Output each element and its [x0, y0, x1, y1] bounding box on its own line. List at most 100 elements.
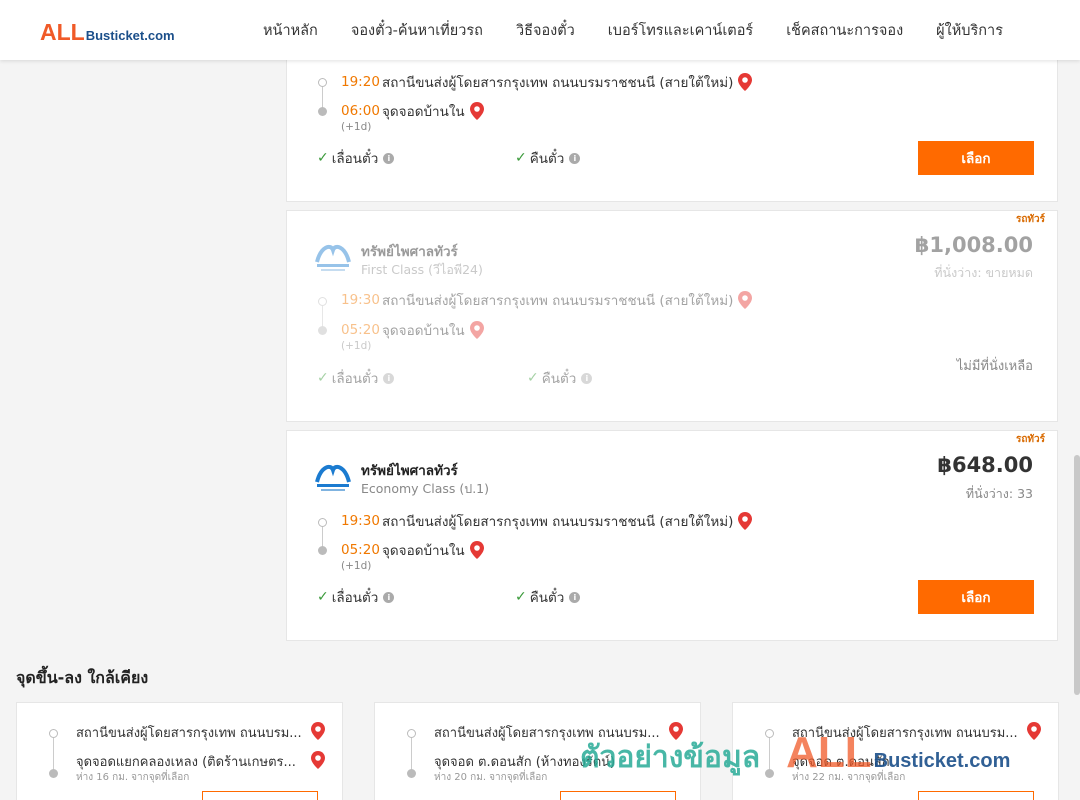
feature-label: คืนตั๋ว — [529, 590, 565, 606]
arrive-time: 05:20 — [341, 542, 380, 558]
depart-time: 19:20 — [341, 74, 380, 90]
nav-operators[interactable]: ผู้ให้บริการ — [936, 19, 1003, 42]
nearby-from: สถานีขนส่งผู้โดยสารกรุงเทพ ถนนบรม... — [434, 726, 660, 741]
feature-change-ticket[interactable]: ✓ เลื่อนตั๋ว i — [317, 147, 395, 169]
operator-logo-icon — [313, 240, 353, 276]
nav-check-booking[interactable]: เช็คสถานะการจอง — [786, 19, 903, 42]
route-line — [53, 738, 54, 771]
check-icon: ✓ — [317, 370, 329, 386]
bus-type-tag: รถทัวร์ — [1015, 214, 1045, 225]
no-seat-label: ไม่มีที่นั่งเหลือ — [956, 359, 1033, 374]
depart-place: สถานีขนส่งผู้โดยสารกรุงเทพ ถนนบรมราชชนนี… — [382, 514, 734, 530]
depart-dot — [318, 78, 327, 87]
nearby-from: สถานีขนส่งผู้โดยสารกรุงเทพ ถนนบรม... — [792, 726, 1018, 741]
next-day-label: (+1d) — [341, 560, 372, 572]
arrive-stop: 05:20 จุดจอดบ้านใน — [341, 320, 484, 340]
map-pin-icon[interactable] — [469, 321, 484, 339]
depart-stop: 19:20 สถานีขนส่งผู้โดยสารกรุงเทพ ถนนบรมร… — [341, 72, 753, 92]
feature-change-ticket[interactable]: ✓ เลื่อนตั๋ว i — [317, 586, 395, 608]
operator-name: ทรัพย์ไพศาลทัวร์ — [361, 244, 458, 260]
trip-card: รถทัวร์ ทรัพย์ไพศาลทัวร์ Economy Class (… — [286, 430, 1058, 641]
nearby-to: จุดจอด ต.ดอนสัก (ห้างทองรัตน์) — [434, 755, 616, 770]
feature-refund-ticket[interactable]: ✓ คืนตั๋ว i — [515, 147, 581, 169]
route-line — [322, 87, 323, 109]
page-scrollbar[interactable] — [1074, 455, 1080, 695]
bus-class: First Class (วีไอพี24) — [361, 262, 483, 277]
arrive-time: 05:20 — [341, 322, 380, 338]
map-pin-icon[interactable] — [669, 722, 683, 740]
check-icon: ✓ — [317, 150, 329, 166]
feature-refund-ticket[interactable]: ✓ คืนตั๋ว i — [527, 367, 593, 389]
trip-card: 19:20 สถานีขนส่งผู้โดยสารกรุงเทพ ถนนบรมร… — [286, 40, 1058, 202]
route-line — [411, 738, 412, 771]
map-pin-icon[interactable] — [469, 102, 484, 120]
nav-book-search[interactable]: จองตั๋ว-ค้นหาเที่ยวรถ — [351, 19, 483, 42]
check-icon: ✓ — [317, 589, 329, 605]
map-pin-icon[interactable] — [738, 73, 753, 91]
feature-change-ticket[interactable]: ✓ เลื่อนตั๋ว i — [317, 367, 395, 389]
feature-label: คืนตั๋ว — [541, 371, 577, 387]
bus-type-tag: รถทัวร์ — [1015, 434, 1045, 445]
nearby-from: สถานีขนส่งผู้โดยสารกรุงเทพ ถนนบรม... — [76, 726, 302, 741]
nearby-card[interactable]: สถานีขนส่งผู้โดยสารกรุงเทพ ถนนบรม... จุด… — [732, 702, 1059, 800]
nav-home[interactable]: หน้าหลัก — [263, 19, 318, 42]
arrive-dot — [318, 326, 327, 335]
arrive-stop: 06:00 จุดจอดบ้านใน — [341, 101, 484, 121]
arrive-place: จุดจอดบ้านใน — [382, 323, 465, 339]
depart-dot — [318, 297, 327, 306]
logo-domain-text: Busticket.com — [85, 28, 175, 43]
seats-available: ที่นั่งว่าง: ขายหมด — [934, 265, 1033, 280]
nearby-to: จุดจอดแยกคลองเหลง (ติดร้านเกษตร... — [76, 755, 296, 770]
arrive-dot — [407, 769, 416, 778]
check-icon: ✓ — [515, 150, 527, 166]
info-icon[interactable]: i — [383, 591, 395, 603]
info-icon[interactable]: i — [581, 372, 593, 384]
next-day-label: (+1d) — [341, 121, 372, 133]
select-trip-button[interactable]: เลือก — [918, 141, 1034, 175]
depart-time: 19:30 — [341, 513, 380, 529]
nearby-select-button[interactable] — [560, 791, 676, 800]
site-logo[interactable]: ALL Busticket.com — [40, 19, 175, 45]
route-line — [769, 738, 770, 771]
info-icon[interactable]: i — [569, 152, 581, 164]
ticket-price: ฿1,008.00 — [914, 233, 1033, 257]
logo-all-text: ALL — [40, 19, 85, 45]
ticket-price: ฿648.00 — [937, 453, 1033, 477]
info-icon[interactable]: i — [569, 591, 581, 603]
arrive-dot — [318, 546, 327, 555]
map-pin-icon[interactable] — [469, 541, 484, 559]
depart-stop: 19:30 สถานีขนส่งผู้โดยสารกรุงเทพ ถนนบรมร… — [341, 511, 753, 531]
depart-place: สถานีขนส่งผู้โดยสารกรุงเทพ ถนนบรมราชชนนี… — [382, 75, 734, 91]
arrive-stop: 05:20 จุดจอดบ้านใน — [341, 540, 484, 560]
seats-available: ที่นั่งว่าง: 33 — [965, 486, 1033, 501]
nearby-distance: ห่าง 16 กม. จากจุดที่เลือก — [76, 772, 190, 783]
feature-refund-ticket[interactable]: ✓ คืนตั๋ว i — [515, 586, 581, 608]
arrive-time: 06:00 — [341, 103, 380, 119]
arrive-place: จุดจอดบ้านใน — [382, 543, 465, 559]
depart-place: สถานีขนส่งผู้โดยสารกรุงเทพ ถนนบรมราชชนนี… — [382, 293, 734, 309]
map-pin-icon[interactable] — [1027, 722, 1041, 740]
map-pin-icon[interactable] — [738, 512, 753, 530]
map-pin-icon[interactable] — [311, 751, 325, 769]
map-pin-icon[interactable] — [738, 291, 753, 309]
nearby-distance: ห่าง 20 กม. จากจุดที่เลือก — [434, 772, 548, 783]
info-icon[interactable]: i — [383, 152, 395, 164]
arrive-place: จุดจอดบ้านใน — [382, 104, 465, 120]
operator-name: ทรัพย์ไพศาลทัวร์ — [361, 463, 458, 479]
nearby-card[interactable]: สถานีขนส่งผู้โดยสารกรุงเทพ ถนนบรม... จุด… — [374, 702, 701, 800]
depart-dot — [49, 729, 58, 738]
main-nav: หน้าหลัก จองตั๋ว-ค้นหาเที่ยวรถ วิธีจองตั… — [263, 0, 1036, 60]
bus-class: Economy Class (ป.1) — [361, 481, 490, 496]
nearby-select-button[interactable] — [918, 791, 1034, 800]
nav-how-to-book[interactable]: วิธีจองตั๋ว — [516, 19, 575, 42]
nav-contact-counter[interactable]: เบอร์โทรและเคาน์เตอร์ — [608, 19, 753, 42]
select-trip-button[interactable]: เลือก — [918, 580, 1034, 614]
nearby-section-title: จุดขึ้น-ลง ใกล้เคียง — [16, 668, 149, 687]
info-icon[interactable]: i — [383, 372, 395, 384]
nearby-select-button[interactable] — [202, 791, 318, 800]
next-day-label: (+1d) — [341, 340, 372, 352]
arrive-dot — [318, 107, 327, 116]
map-pin-icon[interactable] — [311, 722, 325, 740]
feature-label: เลื่อนตั๋ว — [331, 371, 379, 387]
nearby-card[interactable]: สถานีขนส่งผู้โดยสารกรุงเทพ ถนนบรม... จุด… — [16, 702, 343, 800]
